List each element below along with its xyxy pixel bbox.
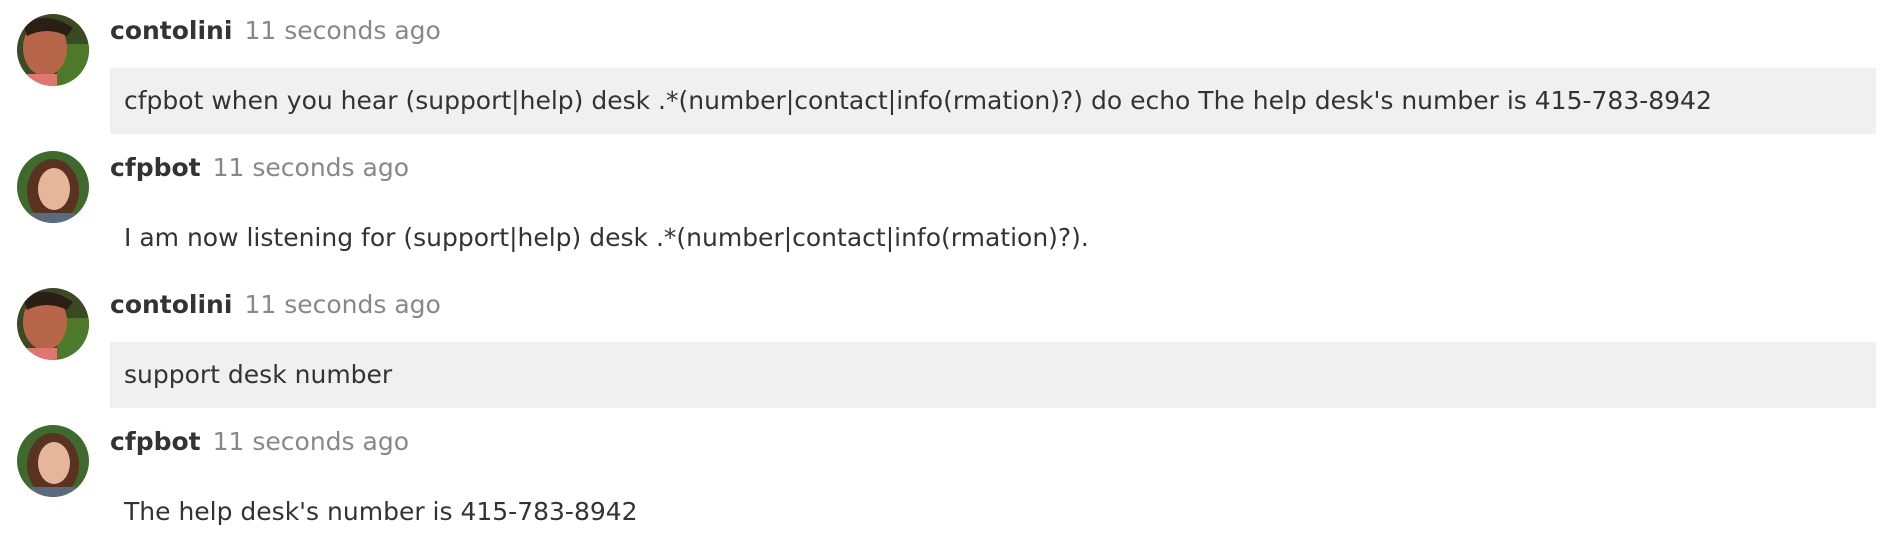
- message-text: The help desk's number is 415-783-8942: [124, 497, 638, 526]
- woman-avatar-icon: [17, 425, 89, 497]
- username[interactable]: cfpbot: [110, 427, 201, 456]
- message-text: I am now listening for (support|help) de…: [124, 223, 1089, 252]
- message-text: cfpbot when you hear (support|help) desk…: [110, 68, 1876, 134]
- avatar[interactable]: [17, 14, 89, 86]
- message-header: contolini 11 seconds ago: [110, 290, 441, 319]
- message-header: contolini 11 seconds ago: [110, 16, 441, 45]
- man-avatar-icon: [17, 14, 89, 86]
- username[interactable]: contolini: [110, 16, 232, 45]
- username[interactable]: contolini: [110, 290, 232, 319]
- timestamp: 11 seconds ago: [244, 16, 441, 45]
- avatar[interactable]: [17, 425, 89, 497]
- message-item: cfpbot 11 seconds ago I am now listening …: [0, 137, 1888, 274]
- woman-avatar-icon: [17, 151, 89, 223]
- username[interactable]: cfpbot: [110, 153, 201, 182]
- message-header: cfpbot 11 seconds ago: [110, 153, 409, 182]
- message-text: support desk number: [110, 342, 1876, 408]
- timestamp: 11 seconds ago: [212, 153, 409, 182]
- man-avatar-icon: [17, 288, 89, 360]
- message-item: cfpbot 11 seconds ago The help desk's num…: [0, 411, 1888, 548]
- avatar[interactable]: [17, 288, 89, 360]
- message-header: cfpbot 11 seconds ago: [110, 427, 409, 456]
- avatar[interactable]: [17, 151, 89, 223]
- message-item: contolini 11 seconds ago cfpbot when you …: [0, 0, 1888, 137]
- timestamp: 11 seconds ago: [244, 290, 441, 319]
- timestamp: 11 seconds ago: [212, 427, 409, 456]
- message-item: contolini 11 seconds ago support desk num…: [0, 274, 1888, 411]
